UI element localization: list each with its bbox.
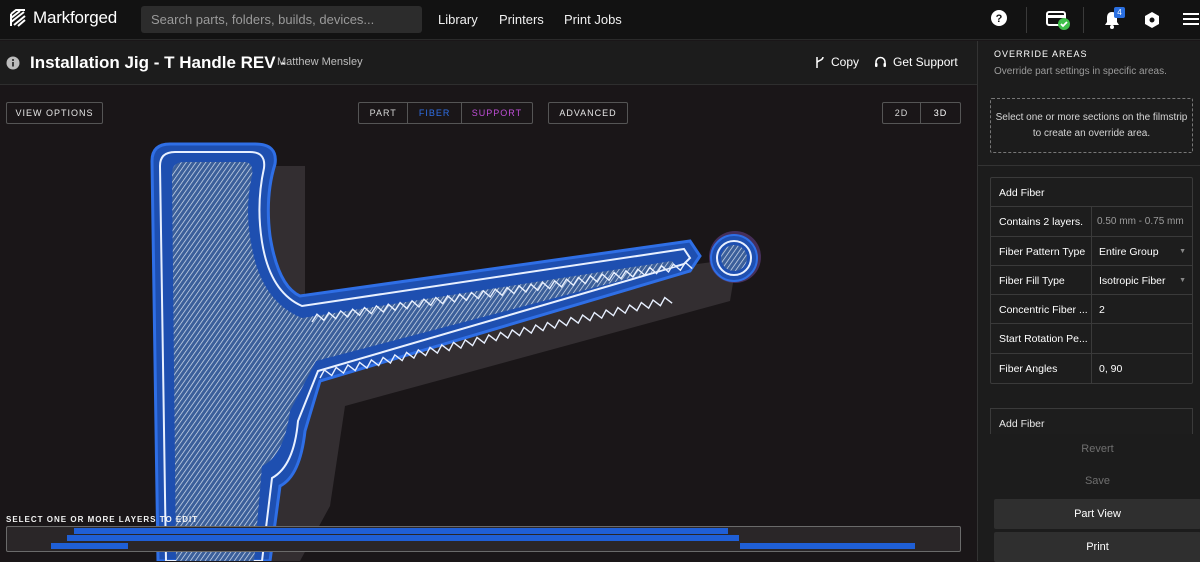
panel-subheading: Override part settings in specific areas… xyxy=(994,66,1167,77)
mode-part-tab[interactable]: PART xyxy=(359,103,409,123)
view-3d-tab[interactable]: 3D xyxy=(921,103,960,123)
add-fiber-title: Add Fiber xyxy=(999,187,1045,199)
nav-print-jobs[interactable]: Print Jobs xyxy=(564,12,622,27)
view-options-button[interactable]: VIEW OPTIONS xyxy=(6,102,103,124)
copy-button[interactable]: Copy xyxy=(815,55,859,69)
hexagon-settings-icon[interactable] xyxy=(1144,11,1160,34)
divider xyxy=(978,165,1200,166)
notification-count-badge: 4 xyxy=(1114,7,1125,18)
table-row: Concentric Fiber ... 2 xyxy=(991,295,1192,325)
layer-filmstrip[interactable] xyxy=(6,526,961,552)
table-row: Fiber Pattern Type Entire Group ▼ xyxy=(991,236,1192,266)
svg-text:?: ? xyxy=(996,13,1003,25)
revert-button[interactable]: Revert xyxy=(994,434,1200,464)
advanced-button[interactable]: ADVANCED xyxy=(548,102,628,124)
part-view-button[interactable]: Part View xyxy=(994,499,1200,529)
mode-fiber-tab[interactable]: FIBER xyxy=(408,103,462,123)
table-row: Add Fiber xyxy=(991,178,1192,208)
table-row: Contains 2 layers. 0.50 mm - 0.75 mm xyxy=(991,207,1192,237)
print-button[interactable]: Print xyxy=(994,532,1200,562)
nav-library[interactable]: Library xyxy=(438,12,478,27)
dimension-toggle: 2D 3D xyxy=(882,102,961,124)
chevron-down-icon: ▼ xyxy=(1179,247,1186,255)
part-header: Installation Jig - T Handle REV - Matthe… xyxy=(0,41,977,85)
save-button[interactable]: Save xyxy=(994,466,1200,496)
fiber-fill-type-select[interactable]: Isotropic Fiber ▼ xyxy=(1092,266,1192,294)
device-status-icon[interactable] xyxy=(1046,9,1072,36)
markforged-logo-icon xyxy=(10,9,26,27)
3d-viewport[interactable]: VIEW OPTIONS PART FIBER SUPPORT ADVANCED… xyxy=(0,86,977,561)
support-label: Get Support xyxy=(893,55,958,69)
fiber-settings-table: Add Fiber Contains 2 layers. 0.50 mm - 0… xyxy=(990,177,1193,385)
chevron-down-icon: ▼ xyxy=(1179,276,1186,284)
layer-bars xyxy=(51,528,915,549)
fiber-pattern-type-select[interactable]: Entire Group ▼ xyxy=(1092,237,1192,265)
hamburger-menu-icon[interactable] xyxy=(1183,12,1199,31)
layer-range-value: 0.50 mm - 0.75 mm xyxy=(1097,216,1184,228)
view-mode-toggle: PART FIBER SUPPORT xyxy=(358,102,533,124)
top-navigation-bar: Markforged Search parts, folders, builds… xyxy=(0,0,1200,40)
mode-support-tab[interactable]: SUPPORT xyxy=(462,103,532,123)
row-label: Contains 2 layers. xyxy=(991,207,1092,236)
override-areas-panel: OVERRIDE AREAS Override part settings in… xyxy=(977,41,1200,562)
branch-icon xyxy=(816,56,824,68)
row-label: Fiber Angles xyxy=(991,353,1092,384)
copy-label: Copy xyxy=(831,55,860,69)
info-icon[interactable] xyxy=(6,56,20,75)
table-row: Fiber Fill Type Isotropic Fiber ▼ xyxy=(991,265,1192,296)
search-input[interactable]: Search parts, folders, builds, devices..… xyxy=(141,6,422,33)
row-label: Start Rotation Pe... xyxy=(991,324,1092,353)
override-area-dropzone[interactable]: Select one or more sections on the films… xyxy=(990,98,1193,153)
concentric-fiber-input[interactable]: 2 xyxy=(1092,295,1192,323)
part-preview-render[interactable] xyxy=(0,86,977,561)
add-fiber-section-2: Add Fiber xyxy=(990,408,1193,434)
select-value: Entire Group xyxy=(1099,245,1159,258)
headset-icon xyxy=(875,56,886,67)
nav-printers[interactable]: Printers xyxy=(499,12,544,27)
page-title: Installation Jig - T Handle REV - xyxy=(30,53,286,72)
help-icon[interactable]: ? xyxy=(990,9,1008,32)
row-label: Concentric Fiber ... xyxy=(991,295,1092,324)
view-2d-tab[interactable]: 2D xyxy=(883,103,922,123)
table-row: Start Rotation Pe... xyxy=(991,324,1192,354)
get-support-button[interactable]: Get Support xyxy=(874,55,958,69)
brand-name: Markforged xyxy=(33,8,117,27)
markforged-logo[interactable]: Markforged xyxy=(8,8,117,28)
layers-label: SELECT ONE OR MORE LAYERS TO EDIT xyxy=(6,515,199,524)
panel-heading: OVERRIDE AREAS xyxy=(994,49,1088,59)
fiber-angles-input[interactable]: 0, 90 xyxy=(1092,354,1192,383)
select-value: Isotropic Fiber xyxy=(1099,274,1166,287)
divider xyxy=(1083,7,1084,33)
table-row: Fiber Angles 0, 90 xyxy=(991,353,1192,384)
divider xyxy=(1026,7,1027,33)
author-name: Matthew Mensley xyxy=(277,56,363,68)
row-label: Fiber Pattern Type xyxy=(991,236,1092,265)
start-rotation-input[interactable] xyxy=(1092,324,1192,352)
row-label: Fiber Fill Type xyxy=(991,265,1092,295)
